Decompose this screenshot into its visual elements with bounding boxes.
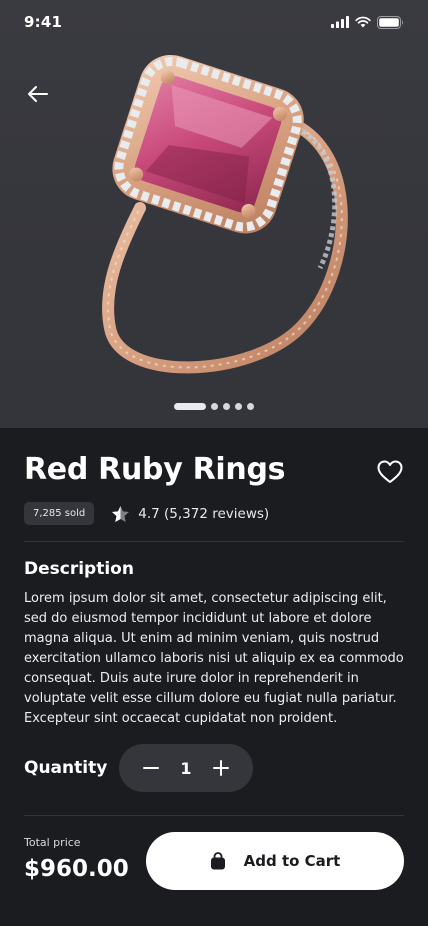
total-price: $960.00 xyxy=(24,856,129,882)
product-image-area: 9:41 xyxy=(0,0,428,428)
rating[interactable]: 4.7 (5,372 reviews) xyxy=(111,505,269,523)
carousel-dot[interactable] xyxy=(223,403,230,410)
ring-image xyxy=(102,54,348,374)
carousel-indicator[interactable] xyxy=(0,403,428,410)
plus-icon xyxy=(212,760,229,776)
add-to-cart-button[interactable]: Add to Cart xyxy=(146,832,404,890)
back-button[interactable] xyxy=(22,78,54,110)
signal-icon xyxy=(331,16,349,28)
product-details: Red Ruby Rings 7,285 sold 4.7 (5,372 rev… xyxy=(0,428,428,926)
divider xyxy=(24,541,404,542)
status-icons xyxy=(331,15,404,29)
total-price-label: Total price xyxy=(24,836,81,849)
quantity-value: 1 xyxy=(180,758,192,778)
wifi-icon xyxy=(355,16,371,28)
carousel-dot[interactable] xyxy=(235,403,242,410)
add-to-cart-label: Add to Cart xyxy=(243,852,341,870)
increase-button[interactable] xyxy=(211,758,231,778)
quantity-stepper: 1 xyxy=(119,744,253,792)
product-meta: 7,285 sold 4.7 (5,372 reviews) xyxy=(24,502,269,525)
status-bar: 9:41 xyxy=(0,0,428,44)
arrow-left-icon xyxy=(28,86,48,102)
rating-text: 4.7 (5,372 reviews) xyxy=(138,505,270,522)
sold-badge: 7,285 sold xyxy=(24,502,95,525)
description-text: Lorem ipsum dolor sit amet, consectetur … xyxy=(24,591,404,726)
carousel-dot[interactable] xyxy=(247,403,254,410)
minus-icon xyxy=(143,767,159,769)
status-time: 9:41 xyxy=(24,13,63,31)
heart-icon xyxy=(377,460,403,483)
carousel-dot[interactable] xyxy=(174,403,206,410)
divider xyxy=(24,815,404,816)
quantity-label: Quantity xyxy=(24,758,108,778)
carousel-dot[interactable] xyxy=(211,403,218,410)
favorite-button[interactable] xyxy=(374,456,406,488)
description-heading: Description xyxy=(24,559,134,579)
shopping-bag-icon xyxy=(210,852,225,870)
product-title: Red Ruby Rings xyxy=(24,452,286,487)
star-half-icon xyxy=(111,505,130,523)
decrease-button[interactable] xyxy=(141,758,161,778)
battery-icon xyxy=(377,15,403,29)
